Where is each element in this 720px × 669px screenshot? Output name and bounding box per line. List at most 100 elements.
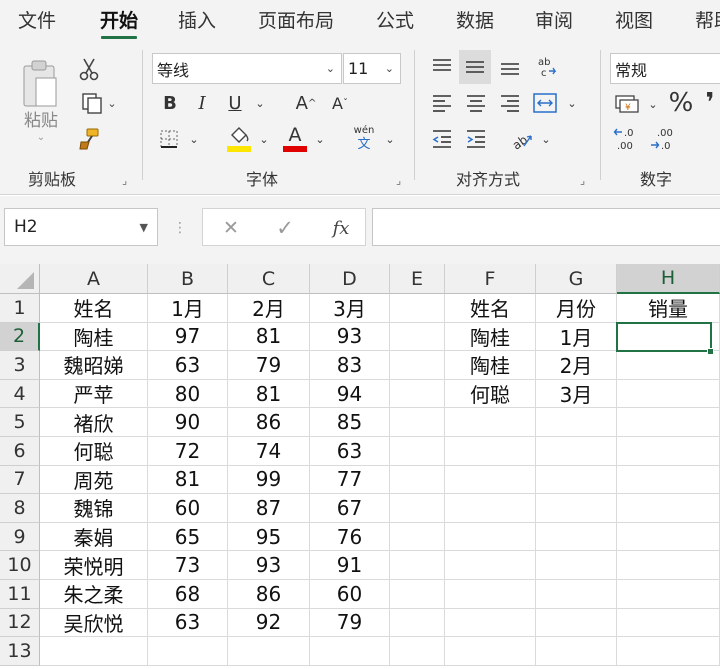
tab-insert[interactable]: 插入 [178,6,216,36]
increase-indent-icon[interactable] [462,126,490,152]
accounting-dropdown-icon[interactable]: ⌄ [646,90,660,118]
cell-g4[interactable]: 3月 [536,379,617,409]
cell-e11[interactable] [390,580,445,609]
cell-b11[interactable]: 68 [148,580,228,609]
wrap-orientation-icon[interactable]: ab c [532,52,562,82]
row-header-7[interactable]: 7 [0,465,40,495]
merge-center-icon[interactable] [530,88,560,118]
confirm-entry-button[interactable]: ✓ [270,216,300,240]
cell-c1[interactable]: 2月 [228,294,310,323]
cell-h7[interactable] [617,465,720,495]
row-header-12[interactable]: 12 [0,608,40,638]
fill-color-dropdown-icon[interactable]: ⌄ [256,126,272,152]
cell-g10[interactable] [536,551,617,580]
cell-e12[interactable] [390,608,445,638]
row-header-10[interactable]: 10 [0,551,40,580]
cell-d10[interactable]: 91 [310,551,390,580]
cell-f9[interactable] [445,522,536,552]
cell-c7[interactable]: 99 [228,465,310,495]
cell-h10[interactable] [617,551,720,580]
cell-e7[interactable] [390,465,445,495]
cell-e6[interactable] [390,437,445,466]
cell-a8[interactable]: 魏锦 [40,494,148,523]
row-header-3[interactable]: 3 [0,351,40,380]
cell-b4[interactable]: 80 [148,379,228,409]
underline-button[interactable]: U [222,90,248,116]
font-name-select[interactable]: 等线 ⌄ [152,53,342,84]
cell-h6[interactable] [617,437,720,466]
cell-c8[interactable]: 87 [228,494,310,523]
cell-d12[interactable]: 79 [310,608,390,638]
cell-a5[interactable]: 褚欣 [40,408,148,437]
cell-a11[interactable]: 朱之柔 [40,580,148,609]
cell-a3[interactable]: 魏昭娣 [40,351,148,380]
cell-d6[interactable]: 63 [310,437,390,466]
cell-d13[interactable] [310,637,390,666]
cell-c10[interactable]: 93 [228,551,310,580]
cell-h1[interactable]: 销量 [617,294,720,323]
cell-h11[interactable] [617,580,720,609]
cell-g9[interactable] [536,522,617,552]
paste-label[interactable]: 粘贴 [18,106,64,131]
cell-c9[interactable]: 95 [228,522,310,552]
italic-button[interactable]: I [190,90,214,116]
cell-g11[interactable] [536,580,617,609]
align-center-icon[interactable] [462,90,490,116]
cell-a12[interactable]: 吴欣悦 [40,608,148,638]
copy-button[interactable]: ⌄ [76,90,122,116]
cell-c5[interactable]: 86 [228,408,310,437]
cell-d11[interactable]: 60 [310,580,390,609]
cell-f6[interactable] [445,437,536,466]
underline-dropdown-icon[interactable]: ⌄ [252,90,268,116]
cell-f8[interactable] [445,494,536,523]
align-right-icon[interactable] [496,90,524,116]
cell-e1[interactable] [390,294,445,323]
cell-f13[interactable] [445,637,536,666]
cell-h5[interactable] [617,408,720,437]
phonetic-guide-button[interactable]: wén 文 [350,122,378,156]
borders-dropdown-icon[interactable]: ⌄ [186,126,202,152]
insert-function-button[interactable]: fx [324,214,358,242]
cell-h3[interactable] [617,351,720,380]
font-color-dropdown-icon[interactable]: ⌄ [312,126,328,152]
alignment-launcher-icon[interactable]: ⌟ [580,174,585,187]
cell-h9[interactable] [617,522,720,552]
cell-c12[interactable]: 92 [228,608,310,638]
cell-d2[interactable]: 93 [310,322,390,352]
cell-h12[interactable] [617,608,720,638]
cell-f5[interactable] [445,408,536,437]
cell-g8[interactable] [536,494,617,523]
font-color-button[interactable]: A [280,122,310,154]
align-middle-icon[interactable] [459,50,491,84]
font-size-select[interactable]: 11 ⌄ [343,53,401,84]
cell-e2[interactable] [390,322,445,352]
cell-e3[interactable] [390,351,445,380]
name-box[interactable]: H2 ▼ [4,208,158,246]
font-launcher-icon[interactable]: ⌟ [396,174,401,187]
cell-f4[interactable]: 何聪 [445,379,536,409]
cell-e4[interactable] [390,379,445,409]
merge-dropdown-icon[interactable]: ⌄ [564,90,580,116]
clipboard-launcher-icon[interactable]: ⌟ [122,174,127,187]
cell-c4[interactable]: 81 [228,379,310,409]
cell-f7[interactable] [445,465,536,495]
borders-icon[interactable] [156,126,182,152]
cell-e5[interactable] [390,408,445,437]
column-header-g[interactable]: G [536,264,617,294]
phonetic-dropdown-icon[interactable]: ⌄ [382,126,398,152]
cell-h4[interactable] [617,379,720,409]
cell-g13[interactable] [536,637,617,666]
cell-b10[interactable]: 73 [148,551,228,580]
column-header-c[interactable]: C [228,264,310,294]
row-header-1[interactable]: 1 [0,294,40,323]
column-header-d[interactable]: D [310,264,390,294]
cell-b6[interactable]: 72 [148,437,228,466]
cell-a6[interactable]: 何聪 [40,437,148,466]
number-format-select[interactable]: 常规 [610,53,720,84]
row-header-4[interactable]: 4 [0,379,40,409]
cell-f10[interactable] [445,551,536,580]
cell-c13[interactable] [228,637,310,666]
cell-g1[interactable]: 月份 [536,294,617,323]
row-header-8[interactable]: 8 [0,494,40,523]
cell-g7[interactable] [536,465,617,495]
